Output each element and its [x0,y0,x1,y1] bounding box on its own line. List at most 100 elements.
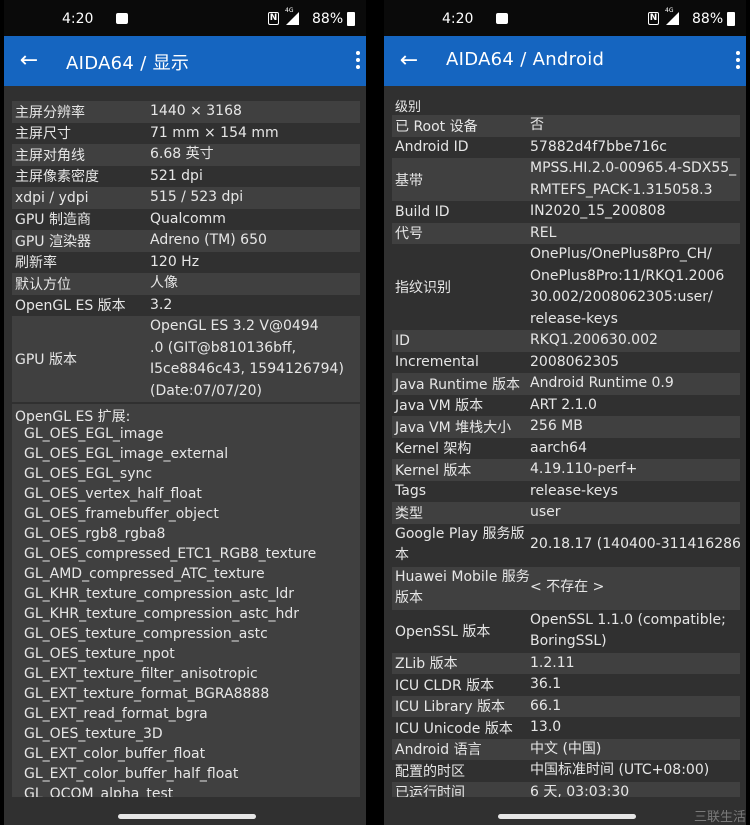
info-value-line: (Date:07/07/20) [150,381,360,403]
info-value: aarch64 [530,438,740,460]
overflow-menu-icon[interactable] [352,50,364,72]
info-key: GPU 版本 [12,349,150,369]
info-value: 1.2.11 [530,653,740,675]
info-row[interactable]: 配置的时区中国标准时间 (UTC+08:00) [392,760,740,782]
info-value-line: OnePlus8Pro:11/RKQ1.2006 [530,266,740,288]
info-row[interactable]: GPU 制造商Qualcomm [12,209,360,231]
info-value-line: 6 天, 03:03:30 [530,782,740,798]
info-row[interactable]: 刷新率120 Hz [12,252,360,274]
info-key: Android ID [392,139,530,155]
info-row[interactable]: GPU 渲染器Adreno (TM) 650 [12,230,360,252]
info-row[interactable]: xdpi / ydpi515 / 523 dpi [12,187,360,209]
status-bar: 4:20 N 4G 88% [4,0,366,36]
info-key: Tags [392,483,530,499]
info-row[interactable]: 默认方位人像 [12,273,360,295]
info-key: Java VM 堆栈大小 [392,417,530,437]
info-value-line: release-keys [530,481,740,503]
info-row[interactable]: Java VM 版本ART 2.1.0 [392,395,740,417]
info-row[interactable]: Google Play 服务版本20.18.17 (140400-3114162… [392,524,740,567]
info-key: Huawei Mobile 服务版本 [392,567,530,610]
back-arrow-icon[interactable]: ← [396,48,422,74]
info-row[interactable]: Android ID57882d4f7bbe716c [392,137,740,159]
info-row[interactable]: 主屏对角线6.68 英寸 [12,144,360,166]
extension-item: GL_OES_texture_npot [24,646,175,662]
info-row[interactable]: 主屏像素密度521 dpi [12,166,360,188]
info-row[interactable]: 已 Root 设备否 [392,115,740,137]
info-value: < 不存在 > [530,577,740,599]
info-value-line: 3.2 [150,295,360,317]
info-row[interactable]: GPU 版本OpenGL ES 3.2 V@0494.0 (GIT@b81013… [12,316,360,402]
info-value: 36.1 [530,674,740,696]
info-value-line: MPSS.HI.2.0-00965.4-SDX55_ [530,158,740,180]
info-value: 4.19.110-perf+ [530,459,740,481]
info-key-line: Huawei Mobile 服务 [395,567,530,589]
battery-percent: 88% [692,11,723,27]
nfc-icon: N [648,12,659,25]
info-row[interactable]: Kernel 架构aarch64 [392,438,740,460]
info-row[interactable]: Incremental2008062305 [392,352,740,374]
home-indicator[interactable] [498,814,636,819]
info-key: 已运行时间 [392,782,530,797]
info-key: ZLib 版本 [392,653,530,673]
info-value-line: OpenGL ES 3.2 V@0494 [150,316,360,338]
info-row[interactable]: ICU CLDR 版本36.1 [392,674,740,696]
extension-item: GL_EXT_texture_format_BGRA8888 [24,686,269,702]
gallery-icon [116,13,128,24]
info-value-line: ART 2.1.0 [530,395,740,417]
info-row[interactable]: Android 语言中文 (中国) [392,739,740,761]
info-row[interactable]: Java VM 堆栈大小256 MB [392,416,740,438]
info-key: Java Runtime 版本 [392,374,530,394]
extension-item: GL_KHR_texture_compression_astc_hdr [24,606,299,622]
info-value: 人像 [150,273,360,295]
info-row[interactable]: 已运行时间6 天, 03:03:30 [392,782,740,798]
info-value: OpenSSL 1.1.0 (compatible;BoringSSL) [530,610,740,653]
info-row[interactable]: ICU Unicode 版本13.0 [392,717,740,739]
screenshot-pair: 4:20 N 4G 88% ← AIDA64 / 显示 主屏分辨率1440 × … [0,0,750,825]
signal-icon [286,12,299,25]
info-row[interactable]: 指纹识别OnePlus/OnePlus8Pro_CH/OnePlus8Pro:1… [392,244,740,330]
info-value-line: BoringSSL) [530,631,740,653]
info-row[interactable]: OpenSSL 版本OpenSSL 1.1.0 (compatible;Bori… [392,610,740,653]
info-key: 主屏像素密度 [12,166,150,186]
info-row[interactable]: Java Runtime 版本Android Runtime 0.9 [392,373,740,395]
info-row[interactable]: 主屏尺寸71 mm × 154 mm [12,123,360,145]
info-row[interactable]: OpenGL ES 版本3.2 [12,295,360,317]
info-row[interactable]: 类型user [392,502,740,524]
info-row[interactable]: Kernel 版本4.19.110-perf+ [392,459,740,481]
info-row[interactable]: ICU Library 版本66.1 [392,696,740,718]
info-list[interactable]: 主屏分辨率1440 × 3168主屏尺寸71 mm × 154 mm主屏对角线6… [4,86,366,797]
info-value-line: OnePlus/OnePlus8Pro_CH/ [530,244,740,266]
info-row[interactable]: Huawei Mobile 服务版本< 不存在 > [392,567,740,610]
info-row[interactable]: 基带MPSS.HI.2.0-00965.4-SDX55_RMTEFS_PACK-… [392,158,740,201]
info-value: 515 / 523 dpi [150,187,360,209]
info-key-line: 本 [395,545,530,567]
back-arrow-icon[interactable]: ← [16,48,42,74]
extension-item: GL_OES_vertex_half_float [24,486,202,502]
extension-item: GL_QCOM_alpha_test [24,786,173,797]
home-indicator[interactable] [118,814,256,819]
info-row[interactable]: IDRKQ1.200630.002 [392,330,740,352]
info-key: ID [392,333,530,349]
info-value-line: 中文 (中国) [530,739,740,761]
info-row[interactable]: 代号REL [392,223,740,245]
info-key: Java VM 版本 [392,395,530,415]
info-list[interactable]: 级别已 Root 设备否Android ID57882d4f7bbe716c基带… [384,86,746,797]
extension-item: GL_OES_framebuffer_object [24,506,219,522]
info-value: ART 2.1.0 [530,395,740,417]
extension-item: GL_AMD_compressed_ATC_texture [24,566,265,582]
info-value: 中文 (中国) [530,739,740,761]
overflow-menu-icon[interactable] [732,50,744,72]
info-value: 3.2 [150,295,360,317]
info-row[interactable]: Build IDIN2020_15_200808 [392,201,740,223]
info-value-line: IN2020_15_200808 [530,201,740,223]
extensions-heading: OpenGL ES 扩展: [15,406,130,426]
info-key: 配置的时区 [392,761,530,781]
info-row[interactable]: ZLib 版本1.2.11 [392,653,740,675]
info-row[interactable]: 主屏分辨率1440 × 3168 [12,101,360,123]
watermark: 三联生活 [694,806,746,825]
signal-icon [666,12,679,25]
info-row[interactable]: Tagsrelease-keys [392,481,740,503]
extension-item: GL_OES_texture_3D [24,726,163,742]
info-value-line: release-keys [530,309,740,331]
extension-item: GL_OES_rgb8_rgba8 [24,526,165,542]
